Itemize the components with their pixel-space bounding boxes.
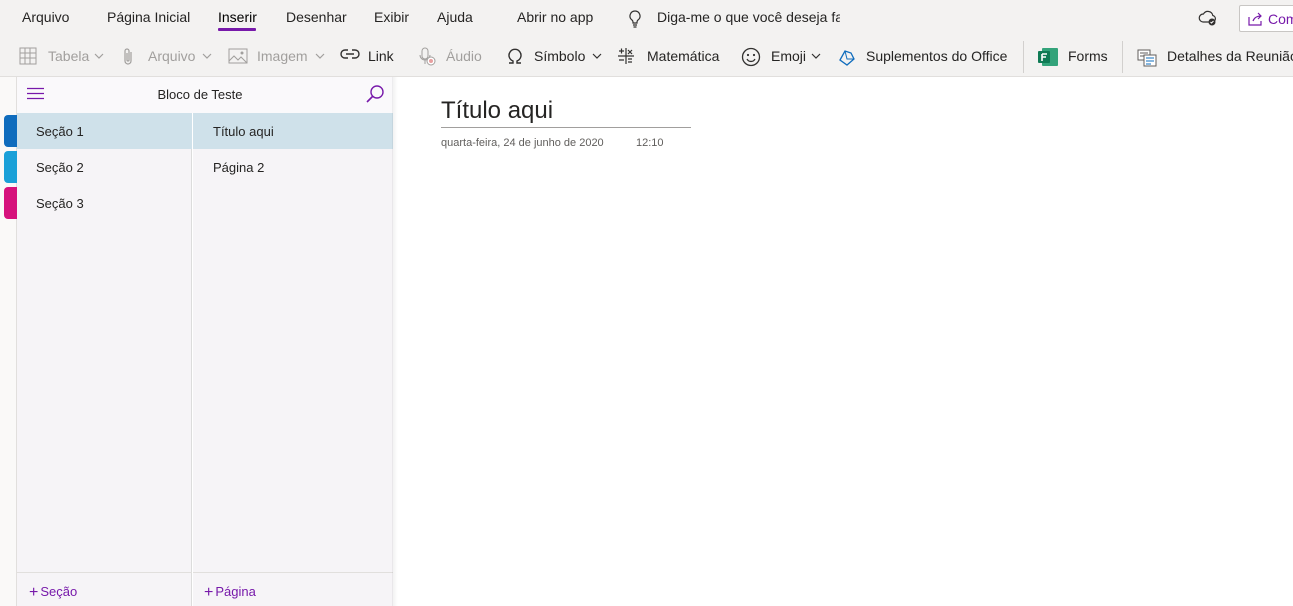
math-button[interactable]: Matemática (617, 45, 722, 69)
page-date: quarta-feira, 24 de junho de 2020 (441, 137, 604, 149)
notebook-title[interactable]: Bloco de Teste (17, 87, 383, 102)
emoji-label: Emoji (771, 48, 807, 64)
image-label: Imagem (257, 48, 308, 64)
audio-label: Áudio (446, 48, 482, 64)
search-icon[interactable] (365, 84, 385, 104)
table-label: Tabela (48, 48, 90, 64)
math-label: Matemática (647, 48, 720, 64)
table-icon (19, 47, 37, 65)
section-item[interactable]: Seção 2 (17, 149, 192, 185)
section-tab-color-1[interactable] (4, 115, 17, 147)
audio-button[interactable]: Áudio (418, 45, 488, 69)
share-button[interactable]: Compartilhar (1239, 5, 1293, 32)
menu-tab-exibir[interactable]: Exibir (374, 9, 409, 25)
share-label: Compartilhar (1268, 11, 1293, 27)
section-item[interactable]: Seção 3 (17, 185, 192, 221)
open-in-app-link[interactable]: Abrir no app (517, 9, 593, 25)
section-item-label: Seção 3 (36, 196, 84, 211)
toolbar-separator (1023, 41, 1024, 73)
sections-footer: + Seção (17, 572, 192, 606)
chevron-down-icon (94, 53, 104, 59)
plus-icon: + (204, 584, 214, 601)
file-label: Arquivo (148, 48, 196, 64)
share-icon (1248, 12, 1264, 26)
pages-pane: Título aqui Página 2 + Página (193, 77, 393, 606)
forms-button[interactable]: Forms (1037, 45, 1109, 69)
page-item-label: Título aqui (213, 124, 274, 139)
forms-label: Forms (1068, 48, 1108, 64)
sections-pane: Seção 1 Seção 2 Seção 3 + Seção (17, 77, 192, 606)
section-item[interactable]: Seção 1 (17, 113, 192, 149)
menu-tab-pagina-inicial[interactable]: Página Inicial (107, 9, 190, 25)
link-label: Link (368, 48, 394, 64)
office-addins-button[interactable]: Suplementos do Office (837, 45, 1012, 69)
insert-ribbon: Tabela Arquivo Imagem Link Áudio Símbolo… (0, 37, 1293, 77)
table-button[interactable]: Tabela (19, 45, 105, 69)
sync-status-icon[interactable] (1198, 10, 1218, 26)
menu-tab-arquivo[interactable]: Arquivo (22, 9, 69, 25)
section-item-label: Seção 1 (36, 124, 84, 139)
forms-icon (1037, 47, 1059, 67)
add-section-label: Seção (40, 584, 78, 599)
add-page-button[interactable]: + Página (204, 583, 256, 601)
chevron-down-icon (592, 53, 602, 59)
notebook-header: Bloco de Teste (17, 77, 393, 113)
chevron-down-icon (315, 53, 325, 59)
lightbulb-icon (628, 10, 642, 28)
menu-tab-ajuda[interactable]: Ajuda (437, 9, 473, 25)
meeting-details-button[interactable]: Detalhes da Reunião (1137, 45, 1293, 69)
page-title[interactable]: Título aqui (441, 97, 691, 128)
page-canvas[interactable]: Título aqui quarta-feira, 24 de junho de… (398, 77, 1293, 606)
section-color-strip (0, 77, 17, 606)
add-page-label: Página (215, 584, 256, 599)
link-button[interactable]: Link (339, 45, 399, 69)
chevron-down-icon (811, 53, 821, 59)
image-icon (228, 47, 248, 65)
omega-icon (506, 47, 524, 65)
file-attach-button[interactable]: Arquivo (121, 45, 213, 69)
addins-icon (837, 47, 857, 67)
chevron-down-icon (202, 53, 212, 59)
meeting-details-label: Detalhes da Reunião (1167, 48, 1293, 64)
paperclip-icon (121, 47, 135, 67)
menu-tab-desenhar[interactable]: Desenhar (286, 9, 347, 25)
menu-tab-inserir[interactable]: Inserir (218, 9, 257, 25)
active-tab-indicator (218, 28, 256, 31)
plus-icon: + (29, 584, 39, 601)
page-item[interactable]: Título aqui (193, 113, 393, 149)
section-tab-color-3[interactable] (4, 187, 17, 219)
emoji-button[interactable]: Emoji (741, 45, 823, 69)
smiley-icon (741, 47, 761, 67)
pages-footer: + Página (193, 572, 393, 606)
meeting-details-icon (1137, 47, 1157, 67)
toolbar-separator (1122, 41, 1123, 73)
tell-me-search[interactable]: Diga-me o que você deseja fazer (657, 9, 840, 25)
office-addins-label: Suplementos do Office (866, 48, 1008, 64)
symbol-button[interactable]: Símbolo (506, 45, 604, 69)
symbol-label: Símbolo (534, 48, 586, 64)
section-tab-color-2[interactable] (4, 151, 17, 183)
page-item[interactable]: Página 2 (193, 149, 393, 185)
math-icon (617, 47, 635, 65)
add-section-button[interactable]: + Seção (29, 583, 77, 601)
menu-bar: Arquivo Página Inicial Inserir Desenhar … (0, 0, 1293, 37)
link-icon (339, 47, 361, 61)
microphone-icon (418, 47, 438, 67)
section-item-label: Seção 2 (36, 160, 84, 175)
page-time: 12:10 (636, 137, 664, 149)
page-item-label: Página 2 (213, 160, 265, 175)
image-button[interactable]: Imagem (228, 45, 325, 69)
